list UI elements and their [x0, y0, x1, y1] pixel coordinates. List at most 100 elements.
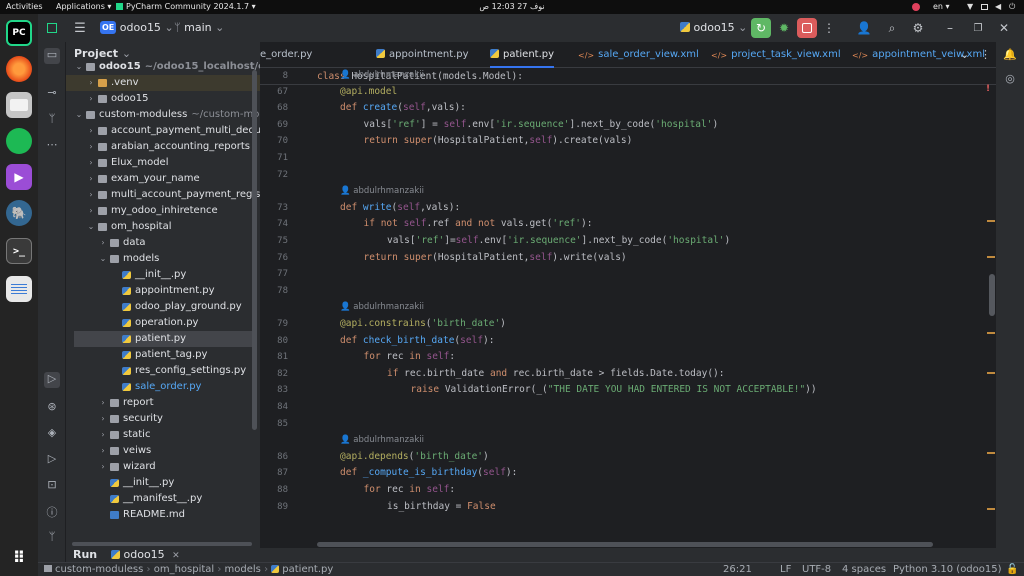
tabs-overflow-icon[interactable]: ⌄ — [960, 48, 969, 61]
tree-item[interactable]: ⌄ custom-moduless ~/custom-mod — [66, 107, 260, 123]
inspection-error-icon[interactable]: ! — [986, 84, 990, 94]
run-tool-icon[interactable]: ▷ — [44, 372, 60, 388]
warning-marker[interactable] — [987, 372, 995, 374]
editor-tab[interactable]: e_order.py — [260, 42, 312, 68]
app-grid-icon[interactable]: ⠿ — [6, 544, 32, 570]
warning-marker[interactable] — [987, 220, 995, 222]
code-line[interactable]: if not self.ref and not vals.get('ref'): — [364, 218, 593, 229]
pycharm-logo-icon[interactable] — [44, 20, 60, 36]
volume-icon[interactable]: ◀ — [995, 3, 1003, 11]
tree-item[interactable]: › security — [66, 411, 260, 427]
code-line[interactable]: is_birthday = False — [387, 501, 496, 512]
breadcrumb-item[interactable]: models — [225, 564, 261, 575]
close-icon[interactable]: ✕ — [996, 20, 1012, 36]
chevron-right-icon[interactable]: › — [98, 459, 108, 475]
code-author-hint[interactable]: 👤 abdulrhmanzakii — [340, 186, 424, 196]
run-tab-label[interactable]: Run — [73, 548, 97, 562]
tree-item[interactable]: odoo_play_ground.py — [66, 299, 260, 315]
breadcrumb-item[interactable]: patient.py — [282, 564, 333, 575]
tree-item[interactable]: › my_odoo_inhiretence — [66, 203, 260, 219]
debug-icon[interactable]: ✹ — [776, 20, 792, 36]
python-interpreter[interactable]: Python 3.10 (odoo15) — [893, 563, 1002, 576]
wifi-icon[interactable]: ▼ — [967, 3, 975, 11]
tree-item[interactable]: ⌄ odoo15~/odoo15_localhost/odoo1 — [66, 59, 260, 75]
spotify-icon[interactable] — [6, 128, 32, 154]
chevron-down-icon[interactable]: ⌄ — [74, 107, 84, 123]
python-packages-icon[interactable]: ⊛ — [44, 400, 60, 416]
layers-icon[interactable]: ◈ — [44, 426, 60, 442]
code-line[interactable]: for rec in self: — [364, 484, 456, 495]
chevron-right-icon[interactable]: › — [98, 427, 108, 443]
add-user-icon[interactable]: 👤 — [856, 20, 872, 36]
code-line[interactable]: for rec in self: — [364, 351, 456, 362]
network-icon[interactable] — [981, 4, 988, 10]
code-line[interactable]: vals['ref'] = self.env['ir.sequence'].ne… — [364, 119, 719, 130]
minimize-icon[interactable]: – — [942, 20, 958, 36]
code-line[interactable]: def write(self,vals): — [340, 202, 460, 213]
chevron-right-icon[interactable]: › — [86, 203, 96, 219]
tree-item[interactable]: ⌄ models — [66, 251, 260, 267]
code-line[interactable]: @api.constrains('birth_date') — [340, 318, 506, 329]
tree-item[interactable]: README.md — [66, 507, 260, 523]
chevron-right-icon[interactable]: › — [86, 91, 96, 107]
branch-selector[interactable]: ᛘ main ⌄ — [174, 20, 224, 36]
close-icon[interactable]: ✕ — [172, 551, 180, 561]
tree-item[interactable]: ⌄ om_hospital — [66, 219, 260, 235]
chevron-right-icon[interactable]: › — [98, 395, 108, 411]
code-line[interactable]: return super(HospitalPatient,self).write… — [364, 252, 627, 263]
chevron-right-icon[interactable]: › — [86, 123, 96, 139]
tree-item[interactable]: operation.py — [66, 315, 260, 331]
tree-item[interactable]: sale_order.py — [66, 379, 260, 395]
project-scrollbar[interactable] — [252, 70, 257, 430]
tree-item[interactable]: › arabian_accounting_reports — [66, 139, 260, 155]
pull-requests-icon[interactable]: ᛘ — [44, 112, 60, 128]
chevron-right-icon[interactable]: › — [98, 443, 108, 459]
tree-item[interactable]: res_config_settings.py — [66, 363, 260, 379]
editor-hscrollbar[interactable] — [317, 542, 933, 547]
run-config-tab[interactable]: odoo15 ✕ — [111, 548, 180, 563]
tree-item[interactable]: › Elux_model — [66, 155, 260, 171]
code-author-hint[interactable]: 👤 abdulrhmanzakii — [340, 70, 424, 80]
chevron-right-icon[interactable]: › — [86, 155, 96, 171]
tree-item[interactable]: › data — [66, 235, 260, 251]
warning-marker[interactable] — [987, 332, 995, 334]
chevron-right-icon[interactable]: › — [86, 139, 96, 155]
breadcrumb-item[interactable]: om_hospital — [154, 564, 214, 575]
tree-item[interactable]: › odoo15 — [66, 91, 260, 107]
search-icon[interactable]: ⌕ — [884, 20, 900, 36]
tree-item[interactable]: __init__.py — [66, 475, 260, 491]
tree-item[interactable]: appointment.py — [66, 283, 260, 299]
tree-item[interactable]: patient.py — [74, 331, 252, 347]
editor-tab[interactable]: </> project_task_view.xml — [711, 42, 841, 68]
terminal-tool-icon[interactable]: ⊡ — [44, 478, 60, 494]
code-line[interactable]: def create(self,vals): — [340, 102, 466, 113]
tree-item[interactable]: › .venv — [66, 75, 260, 91]
tree-item[interactable]: › multi_account_payment_register — [66, 187, 260, 203]
tree-item[interactable]: › static — [66, 427, 260, 443]
code-line[interactable]: def check_birth_date(self): — [340, 335, 495, 346]
code-line[interactable]: def _compute_is_birthday(self): — [340, 467, 517, 478]
clock[interactable]: نوف 27 12:03 ص — [0, 0, 1024, 14]
editor-tab[interactable]: </> sale_order_view.xml — [578, 42, 699, 68]
code-line[interactable]: vals['ref']=self.env['ir.sequence'].next… — [387, 235, 730, 246]
main-menu-icon[interactable]: ☰ — [72, 20, 88, 36]
editor-more-icon[interactable]: ⋮ — [980, 48, 991, 61]
version-control-icon[interactable]: ᛘ — [44, 530, 60, 546]
more-tools-icon[interactable]: ⋯ — [44, 138, 60, 154]
rerun-button[interactable]: ↻ — [751, 18, 771, 38]
pycharm-icon[interactable]: PC — [6, 20, 32, 46]
language-selector[interactable]: en ▾ — [933, 0, 950, 14]
commit-tool-icon[interactable]: ⊸ — [44, 86, 60, 102]
settings-gear-icon[interactable]: ⚙ — [910, 20, 926, 36]
color-indicator-icon[interactable] — [912, 3, 920, 11]
chevron-right-icon[interactable]: › — [98, 235, 108, 251]
power-icon[interactable]: ⏻ — [1009, 3, 1017, 11]
chevron-right-icon[interactable]: › — [98, 411, 108, 427]
chevron-down-icon[interactable]: ⌄ — [86, 219, 96, 235]
code-line[interactable]: if rec.birth_date and rec.birth_date > f… — [387, 368, 724, 379]
line-ending[interactable]: LF — [780, 563, 791, 576]
tree-item[interactable]: › veiws — [66, 443, 260, 459]
tree-item[interactable]: __manifest__.py — [66, 491, 260, 507]
code-line[interactable]: @api.model — [340, 86, 397, 97]
warning-marker[interactable] — [987, 256, 995, 258]
